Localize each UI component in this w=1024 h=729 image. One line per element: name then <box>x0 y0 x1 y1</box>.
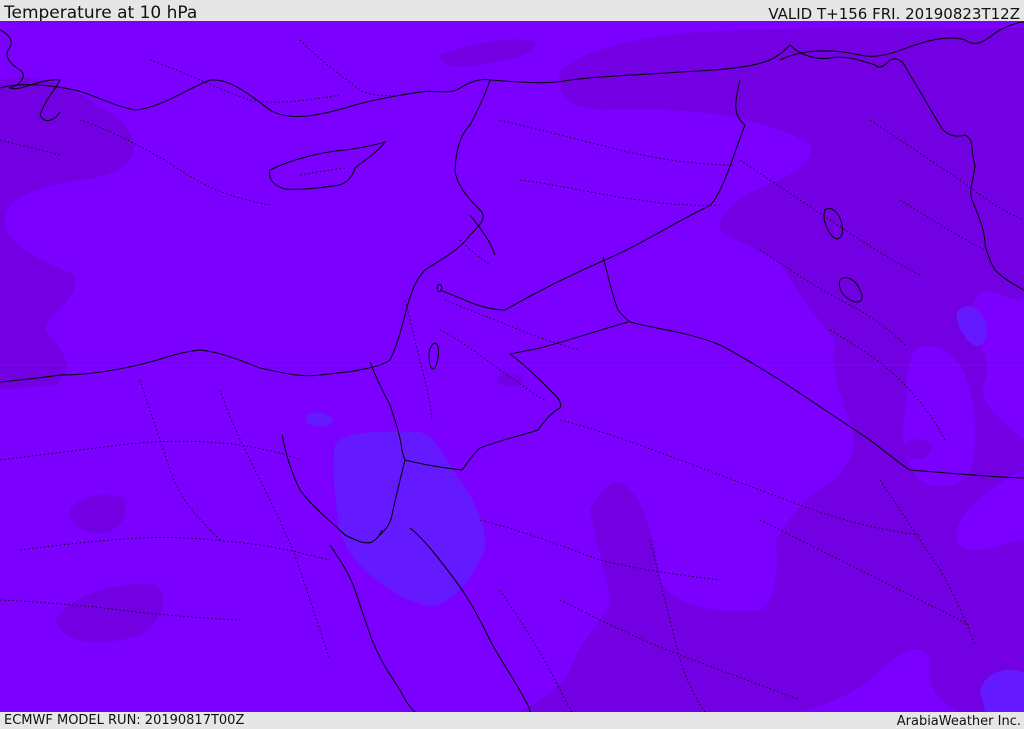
map-title: Temperature at 10 hPa <box>4 3 198 23</box>
map-area[interactable] <box>0 21 1024 712</box>
model-run-label: ECMWF MODEL RUN: 20190817T00Z <box>4 713 245 728</box>
header-bar: Temperature at 10 hPa VALID T+156 FRI. 2… <box>0 0 1024 23</box>
map-svg <box>0 21 1024 712</box>
footer-bar: ECMWF MODEL RUN: 20190817T00Z ArabiaWeat… <box>0 712 1024 729</box>
weather-map-frame: Temperature at 10 hPa VALID T+156 FRI. 2… <box>0 0 1024 729</box>
credit-label: ArabiaWeather Inc. <box>896 714 1021 729</box>
